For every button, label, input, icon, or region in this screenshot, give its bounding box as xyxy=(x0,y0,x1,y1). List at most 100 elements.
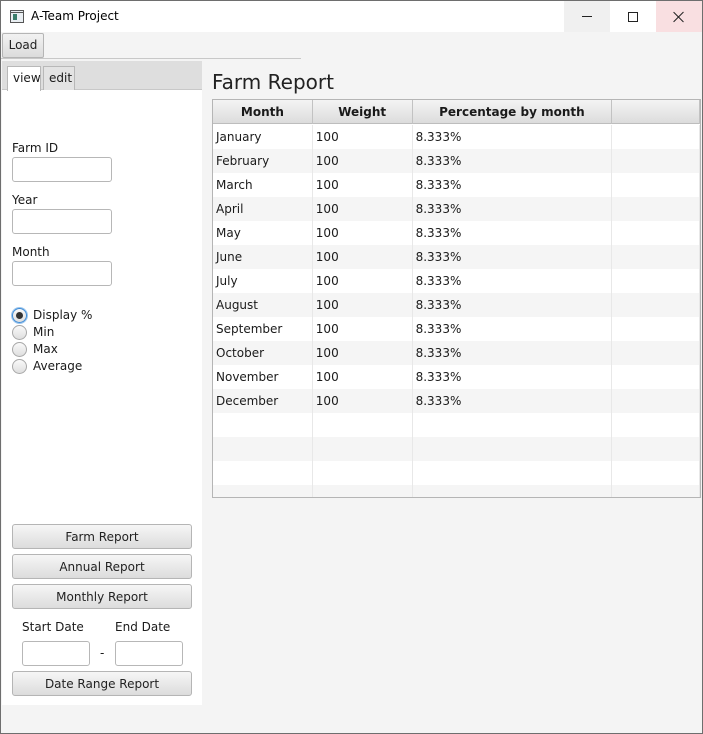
radio-label: Average xyxy=(33,359,83,373)
table-row[interactable]: December 100 8.333% xyxy=(213,389,700,413)
table-row[interactable] xyxy=(213,437,700,461)
minimize-button[interactable] xyxy=(564,1,610,32)
table-cell xyxy=(413,437,613,461)
table-cell xyxy=(413,485,613,497)
table-cell xyxy=(612,437,700,461)
radio-button-selected[interactable] xyxy=(12,307,27,323)
table-cell: May xyxy=(213,221,313,245)
table-cell: 8.333% xyxy=(413,197,613,221)
table-row[interactable]: July 100 8.333% xyxy=(213,269,700,293)
table-cell: November xyxy=(213,365,313,389)
table-row[interactable]: January 100 8.333% xyxy=(213,125,700,149)
maximize-button[interactable] xyxy=(610,1,656,32)
minimize-icon xyxy=(582,16,592,17)
maximize-icon xyxy=(628,11,638,22)
app-window: A-Team Project Load view edit Farm ID Ye… xyxy=(0,0,703,734)
table-cell xyxy=(612,149,700,173)
date-range-report-button[interactable]: Date Range Report xyxy=(12,671,192,696)
table-row[interactable]: September 100 8.333% xyxy=(213,317,700,341)
column-header-empty[interactable] xyxy=(612,100,700,124)
radio-button[interactable] xyxy=(12,341,27,357)
farm-id-label: Farm ID xyxy=(12,141,59,155)
report-title: Farm Report xyxy=(212,70,334,94)
table-cell xyxy=(612,269,700,293)
radio-average[interactable]: Average xyxy=(12,358,82,374)
year-input[interactable] xyxy=(12,209,112,234)
tab-header: view edit xyxy=(2,61,202,91)
table-cell: 100 xyxy=(313,245,413,269)
table-cell xyxy=(612,125,700,149)
end-date-label: End Date xyxy=(115,620,171,634)
table-cell: 100 xyxy=(313,341,413,365)
table-cell: 100 xyxy=(313,125,413,149)
app-icon xyxy=(10,10,24,23)
farm-report-button[interactable]: Farm Report xyxy=(12,524,192,549)
radio-label: Min xyxy=(33,325,55,339)
start-date-label: Start Date xyxy=(22,620,84,634)
table-cell xyxy=(612,461,700,485)
table-cell: January xyxy=(213,125,313,149)
table-row[interactable] xyxy=(213,461,700,485)
radio-button[interactable] xyxy=(12,324,27,340)
table-cell: 100 xyxy=(313,317,413,341)
menu-bar: Load xyxy=(1,32,301,59)
table-row[interactable]: August 100 8.333% xyxy=(213,293,700,317)
table-row[interactable] xyxy=(213,413,700,437)
radio-display-percent[interactable]: Display % xyxy=(12,307,92,323)
radio-min[interactable]: Min xyxy=(12,324,54,340)
title-bar: A-Team Project xyxy=(1,1,702,32)
table-cell xyxy=(612,317,700,341)
table-cell xyxy=(612,221,700,245)
table-cell: October xyxy=(213,341,313,365)
table-row[interactable]: February 100 8.333% xyxy=(213,149,700,173)
farm-id-input[interactable] xyxy=(12,157,112,182)
table-cell: April xyxy=(213,197,313,221)
table-row[interactable]: March 100 8.333% xyxy=(213,173,700,197)
column-header-month[interactable]: Month xyxy=(213,100,313,124)
table-cell: 100 xyxy=(313,389,413,413)
table-row[interactable]: May 100 8.333% xyxy=(213,221,700,245)
column-header-percentage[interactable]: Percentage by month xyxy=(413,100,613,124)
table-cell: August xyxy=(213,293,313,317)
table-row[interactable]: June 100 8.333% xyxy=(213,245,700,269)
table-cell: December xyxy=(213,389,313,413)
table-cell: 8.333% xyxy=(413,293,613,317)
annual-report-button[interactable]: Annual Report xyxy=(12,554,192,579)
tab-edit[interactable]: edit xyxy=(43,66,75,90)
year-label: Year xyxy=(12,193,38,207)
table-cell: September xyxy=(213,317,313,341)
table-cell xyxy=(213,461,313,485)
radio-max[interactable]: Max xyxy=(12,341,58,357)
table-cell xyxy=(213,413,313,437)
radio-button[interactable] xyxy=(12,358,27,374)
table-cell: 100 xyxy=(313,173,413,197)
table-row[interactable]: November 100 8.333% xyxy=(213,365,700,389)
month-input[interactable] xyxy=(12,261,112,286)
table-cell xyxy=(313,413,413,437)
window-title: A-Team Project xyxy=(31,9,119,23)
start-date-input[interactable] xyxy=(22,641,90,666)
table-row[interactable]: October 100 8.333% xyxy=(213,341,700,365)
column-header-weight[interactable]: Weight xyxy=(313,100,413,124)
table-cell xyxy=(612,389,700,413)
table-row[interactable]: April 100 8.333% xyxy=(213,197,700,221)
table-row[interactable] xyxy=(213,485,700,497)
load-button[interactable]: Load xyxy=(2,33,44,58)
table-cell xyxy=(612,413,700,437)
table-cell: 8.333% xyxy=(413,365,613,389)
report-table[interactable]: Month Weight Percentage by month January… xyxy=(212,99,701,498)
table-cell: 100 xyxy=(313,197,413,221)
table-cell xyxy=(413,461,613,485)
table-cell: 100 xyxy=(313,365,413,389)
table-cell: 8.333% xyxy=(413,125,613,149)
table-cell: 100 xyxy=(313,293,413,317)
table-body: January 100 8.333% February 100 8.333% March 10… xyxy=(213,125,700,497)
end-date-input[interactable] xyxy=(115,641,183,666)
table-cell xyxy=(612,365,700,389)
monthly-report-button[interactable]: Monthly Report xyxy=(12,584,192,609)
close-icon xyxy=(673,11,685,23)
radio-label: Display % xyxy=(33,308,93,322)
close-button[interactable] xyxy=(656,1,702,32)
month-label: Month xyxy=(12,245,50,259)
tab-view[interactable]: view xyxy=(7,66,41,91)
